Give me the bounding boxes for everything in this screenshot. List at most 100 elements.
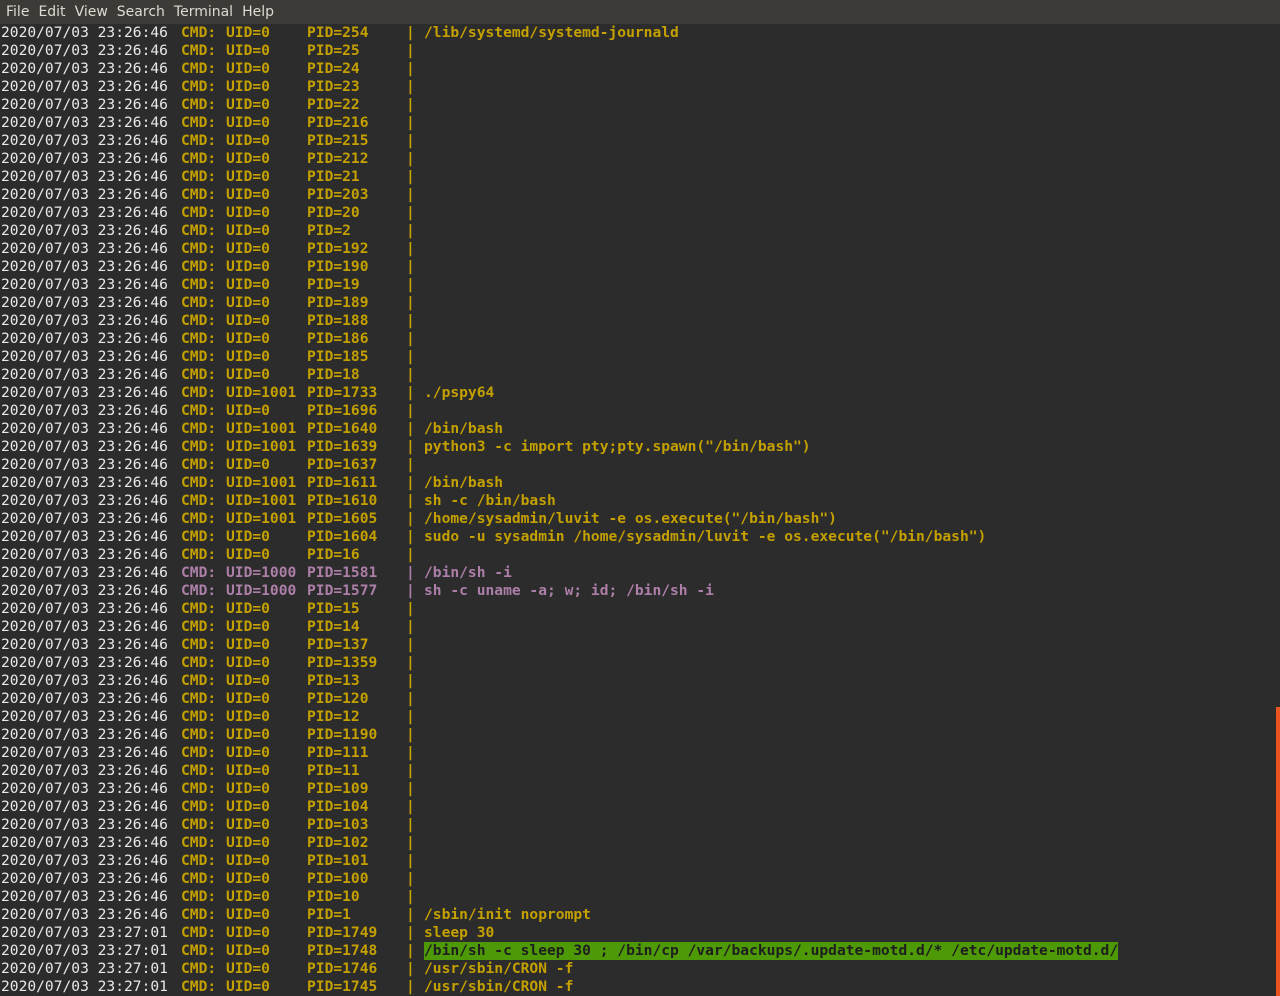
separator: | <box>406 78 415 95</box>
pid-value: PID=104 <box>307 798 369 815</box>
pid-value: PID=186 <box>307 330 369 347</box>
pid-value: PID=254 <box>307 24 369 41</box>
menu-file[interactable]: File <box>4 0 36 24</box>
separator: | <box>406 618 415 635</box>
separator: | <box>406 348 415 365</box>
timestamp: 2020/07/03 23:26:46 <box>1 906 168 923</box>
pid-value: PID=1749 <box>307 924 378 941</box>
log-line: 2020/07/03 23:26:46 CMD: UID=0 PID=15 | <box>0 600 1280 618</box>
uid-value: UID=0 <box>226 294 270 311</box>
timestamp: 2020/07/03 23:26:46 <box>1 204 168 221</box>
menu-help[interactable]: Help <box>240 0 281 24</box>
uid-value: UID=0 <box>226 618 270 635</box>
command-text: python3 -c import pty;pty.spawn("/bin/ba… <box>424 438 811 455</box>
separator: | <box>406 654 415 671</box>
separator: | <box>406 906 415 923</box>
pid-value: PID=1696 <box>307 402 378 419</box>
separator: | <box>406 978 415 995</box>
timestamp: 2020/07/03 23:26:46 <box>1 438 168 455</box>
pid-value: PID=11 <box>307 762 360 779</box>
uid-value: UID=0 <box>226 24 270 41</box>
timestamp: 2020/07/03 23:26:46 <box>1 600 168 617</box>
cmd-label: CMD: <box>181 240 217 257</box>
command-text: /bin/sh -c sleep 30 ; /bin/cp /var/backu… <box>424 942 1119 960</box>
cmd-label: CMD: <box>181 312 217 329</box>
timestamp: 2020/07/03 23:26:46 <box>1 636 168 653</box>
separator: | <box>406 510 415 527</box>
pid-value: PID=2 <box>307 222 351 239</box>
separator: | <box>406 546 415 563</box>
separator: | <box>406 438 415 455</box>
pid-value: PID=100 <box>307 870 369 887</box>
log-line: 2020/07/03 23:26:46 CMD: UID=0 PID=1696 | <box>0 402 1280 420</box>
log-line: 2020/07/03 23:26:46 CMD: UID=0 PID=1190 | <box>0 726 1280 744</box>
uid-value: UID=0 <box>226 690 270 707</box>
timestamp: 2020/07/03 23:26:46 <box>1 186 168 203</box>
timestamp: 2020/07/03 23:26:46 <box>1 60 168 77</box>
scrollbar-thumb[interactable] <box>1276 707 1280 996</box>
timestamp: 2020/07/03 23:26:46 <box>1 456 168 473</box>
log-line: 2020/07/03 23:26:46 CMD: UID=0 PID=13 | <box>0 672 1280 690</box>
timestamp: 2020/07/03 23:26:46 <box>1 420 168 437</box>
pid-value: PID=212 <box>307 150 369 167</box>
cmd-label: CMD: <box>181 96 217 113</box>
timestamp: 2020/07/03 23:26:46 <box>1 690 168 707</box>
uid-value: UID=0 <box>226 906 270 923</box>
log-line: 2020/07/03 23:26:46 CMD: UID=0 PID=188 | <box>0 312 1280 330</box>
log-line: 2020/07/03 23:26:46 CMD: UID=0 PID=190 | <box>0 258 1280 276</box>
menu-view[interactable]: View <box>73 0 115 24</box>
pid-value: PID=25 <box>307 42 360 59</box>
uid-value: UID=0 <box>226 978 270 995</box>
log-line: 2020/07/03 23:26:46 CMD: UID=0 PID=186 | <box>0 330 1280 348</box>
log-line: 2020/07/03 23:26:46 CMD: UID=0 PID=21 | <box>0 168 1280 186</box>
separator: | <box>406 924 415 941</box>
log-line: 2020/07/03 23:26:46 CMD: UID=0 PID=19 | <box>0 276 1280 294</box>
command-text: /lib/systemd/systemd-journald <box>424 24 679 41</box>
timestamp: 2020/07/03 23:26:46 <box>1 474 168 491</box>
pid-value: PID=190 <box>307 258 369 275</box>
separator: | <box>406 474 415 491</box>
log-line: 2020/07/03 23:26:46 CMD: UID=0 PID=102 | <box>0 834 1280 852</box>
log-line: 2020/07/03 23:26:46 CMD: UID=0 PID=254 | /lib… <box>0 24 1280 42</box>
separator: | <box>406 600 415 617</box>
cmd-label: CMD: <box>181 420 217 437</box>
log-line: 2020/07/03 23:26:46 CMD: UID=0 PID=212 | <box>0 150 1280 168</box>
timestamp: 2020/07/03 23:26:46 <box>1 96 168 113</box>
separator: | <box>406 186 415 203</box>
uid-value: UID=0 <box>226 528 270 545</box>
cmd-label: CMD: <box>181 582 217 599</box>
pid-value: PID=1 <box>307 906 351 923</box>
menu-edit[interactable]: Edit <box>36 0 72 24</box>
timestamp: 2020/07/03 23:26:46 <box>1 348 168 365</box>
uid-value: UID=1001 <box>226 510 297 527</box>
separator: | <box>406 852 415 869</box>
pid-value: PID=1745 <box>307 978 378 995</box>
terminal-output[interactable]: 2020/07/03 23:26:46 CMD: UID=0 PID=254 | /lib… <box>0 24 1280 996</box>
separator: | <box>406 798 415 815</box>
separator: | <box>406 222 415 239</box>
uid-value: UID=1000 <box>226 582 297 599</box>
pid-value: PID=188 <box>307 312 369 329</box>
cmd-label: CMD: <box>181 366 217 383</box>
timestamp: 2020/07/03 23:26:46 <box>1 870 168 887</box>
menu-terminal[interactable]: Terminal <box>172 0 240 24</box>
separator: | <box>406 294 415 311</box>
log-line: 2020/07/03 23:26:46 CMD: UID=1001 PID=1733 |… <box>0 384 1280 402</box>
menu-bar: File Edit View Search Terminal Help <box>0 0 1280 24</box>
log-line: 2020/07/03 23:26:46 CMD: UID=0 PID=11 | <box>0 762 1280 780</box>
log-line: 2020/07/03 23:26:46 CMD: UID=0 PID=137 | <box>0 636 1280 654</box>
cmd-label: CMD: <box>181 258 217 275</box>
menu-search[interactable]: Search <box>115 0 172 24</box>
cmd-label: CMD: <box>181 960 217 977</box>
cmd-label: CMD: <box>181 294 217 311</box>
cmd-label: CMD: <box>181 456 217 473</box>
separator: | <box>406 834 415 851</box>
uid-value: UID=1001 <box>226 474 297 491</box>
log-line: 2020/07/03 23:26:46 CMD: UID=0 PID=1637 | <box>0 456 1280 474</box>
uid-value: UID=1001 <box>226 438 297 455</box>
pid-value: PID=189 <box>307 294 369 311</box>
pid-value: PID=22 <box>307 96 360 113</box>
cmd-label: CMD: <box>181 672 217 689</box>
uid-value: UID=0 <box>226 780 270 797</box>
cmd-label: CMD: <box>181 978 217 995</box>
